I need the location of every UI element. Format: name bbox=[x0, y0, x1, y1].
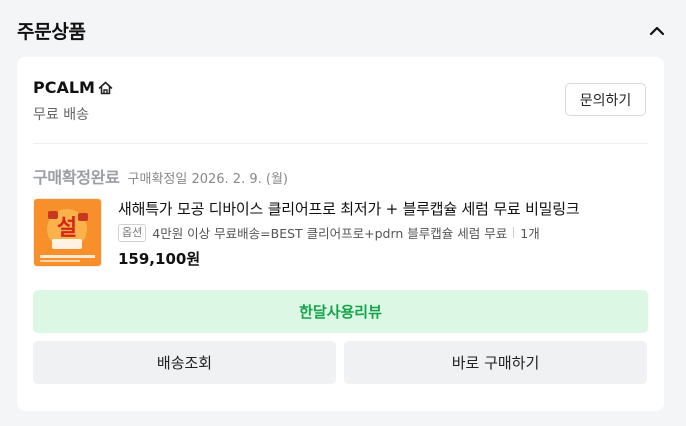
option-text: 4만원 이상 무료배송=BEST 클리어프로+pdrn 블루캡슐 세럼 무료 bbox=[152, 226, 508, 241]
inquiry-button[interactable]: 문의하기 bbox=[565, 83, 646, 116]
order-status-row: 구매확정완료 구매확정일 2026. 2. 9. (월) bbox=[33, 164, 288, 188]
confirmed-date: 구매확정일 2026. 2. 9. (월) bbox=[127, 172, 288, 187]
order-card: PCALM 무료 배송 문의하기 구매확정완료 구매확정일 2026. 2. 9… bbox=[17, 57, 664, 411]
separator bbox=[513, 227, 515, 238]
option-badge: 옵션 bbox=[118, 223, 147, 242]
product-name[interactable]: 새해특가 모공 디바이스 클리어프로 최저가 + 블루캡슐 세럼 무료 비밀링크 bbox=[118, 198, 580, 219]
quantity: 1개 bbox=[520, 226, 540, 241]
product-option: 옵션 4만원 이상 무료배송=BEST 클리어프로+pdrn 블루캡슐 세럼 무… bbox=[118, 223, 540, 242]
collapse-button[interactable] bbox=[644, 18, 670, 44]
store-name: PCALM bbox=[33, 78, 95, 97]
price: 159,100원 bbox=[118, 250, 201, 268]
track-delivery-button[interactable]: 배송조회 bbox=[33, 341, 336, 384]
divider bbox=[33, 143, 648, 144]
home-icon bbox=[98, 81, 113, 95]
thumb-text: 설 bbox=[57, 216, 77, 241]
section-title: 주문상품 bbox=[17, 21, 86, 43]
shipping-info: 무료 배송 bbox=[33, 107, 89, 123]
store-link[interactable]: PCALM bbox=[33, 78, 113, 97]
order-products-header: 주문상품 bbox=[0, 0, 686, 58]
order-status: 구매확정완료 bbox=[33, 168, 120, 187]
product-thumbnail[interactable]: 설 bbox=[33, 198, 102, 267]
buy-again-button[interactable]: 바로 구매하기 bbox=[344, 341, 647, 384]
chevron-up-icon bbox=[649, 26, 665, 36]
review-button[interactable]: 한달사용리뷰 bbox=[33, 290, 648, 333]
